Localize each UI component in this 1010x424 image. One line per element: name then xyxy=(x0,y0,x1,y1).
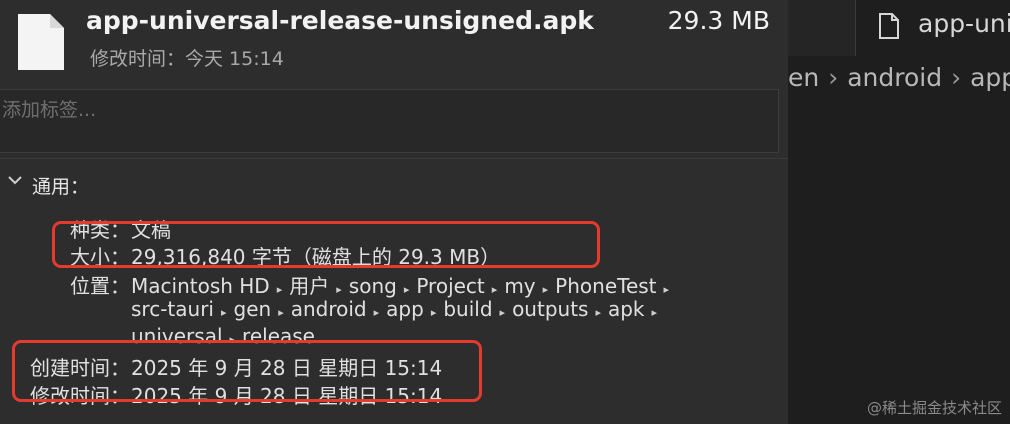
breadcrumb-item[interactable]: en xyxy=(788,63,819,92)
modified-summary: 修改时间：今天 15:14 xyxy=(90,44,284,71)
breadcrumb-item[interactable]: app xyxy=(970,63,1010,92)
breadcrumb-item[interactable]: android xyxy=(847,63,942,92)
path-separator-icon: ▸ xyxy=(403,283,410,296)
file-size: 29.3 MB xyxy=(667,6,770,35)
path-separator-icon: ▸ xyxy=(430,306,437,319)
path-separator-icon: ▸ xyxy=(499,306,506,319)
path-segment[interactable]: 用户 xyxy=(289,270,329,299)
chevron-right-icon: › xyxy=(828,63,839,92)
location-label: 位置： xyxy=(70,274,130,298)
path-segment[interactable]: outputs xyxy=(512,297,588,321)
path-segment[interactable]: apk xyxy=(608,297,645,321)
path-separator-icon: ▸ xyxy=(663,283,670,296)
path-separator-icon: ▸ xyxy=(595,306,601,319)
document-file-icon xyxy=(18,14,64,70)
path-separator-icon: ▸ xyxy=(336,283,342,296)
path-segment[interactable]: build xyxy=(443,297,492,321)
editor-tab-bar: app-uni xyxy=(788,0,1010,56)
path-segment[interactable]: gen xyxy=(234,297,272,321)
path-segment[interactable]: app xyxy=(386,297,424,321)
path-separator-icon: ▸ xyxy=(276,283,283,296)
location-path-line1: Macintosh HD ▸ 用户 ▸ song ▸ Project ▸ my ▸ PhoneTes… xyxy=(131,270,676,299)
tags-field[interactable]: 添加标签... xyxy=(0,89,779,153)
path-segment[interactable]: src-tauri xyxy=(131,297,214,321)
path-segment[interactable]: Macintosh HD xyxy=(131,274,270,298)
dates-highlight-box xyxy=(12,340,482,402)
path-separator-icon: ▸ xyxy=(373,306,380,319)
path-separator-icon: ▸ xyxy=(278,306,284,319)
info-panel: app-universal-release-unsigned.apk 29.3 … xyxy=(0,0,788,424)
file-name: app-universal-release-unsigned.apk xyxy=(86,6,594,35)
divider xyxy=(0,158,788,159)
modified-summary-value: 今天 15:14 xyxy=(185,48,284,70)
path-separator-icon: ▸ xyxy=(542,283,549,296)
path-segment[interactable]: android xyxy=(291,297,367,321)
editor-tab-label: app-uni xyxy=(918,9,1010,38)
path-separator-icon: ▸ xyxy=(491,283,498,296)
path-separator-icon: ▸ xyxy=(220,306,227,319)
path-separator-icon: ▸ xyxy=(651,306,658,319)
size-highlight-box xyxy=(52,221,600,268)
path-segment[interactable]: Project xyxy=(416,274,484,298)
watermark: @稀土掘金技术社区 xyxy=(866,399,1002,417)
modified-summary-label: 修改时间： xyxy=(90,48,186,70)
location-path-line2: src-tauri ▸ gen ▸ android ▸ app ▸ build ▸ outputs ▸… xyxy=(131,297,664,321)
general-section-title[interactable]: 通用： xyxy=(32,172,89,199)
path-segment[interactable]: my xyxy=(504,274,535,298)
chevron-down-icon[interactable] xyxy=(6,171,24,189)
tags-placeholder: 添加标签... xyxy=(2,99,97,121)
code-editor: app-uni en › android › app @稀土掘金技术社区 xyxy=(788,0,1010,424)
path-segment[interactable]: song xyxy=(349,274,397,298)
editor-breadcrumb: en › android › app xyxy=(788,63,1010,92)
path-segment[interactable]: PhoneTest xyxy=(555,274,656,298)
editor-tab[interactable]: app-uni xyxy=(855,0,1010,56)
chevron-right-icon: › xyxy=(951,63,962,92)
file-icon xyxy=(879,13,899,39)
